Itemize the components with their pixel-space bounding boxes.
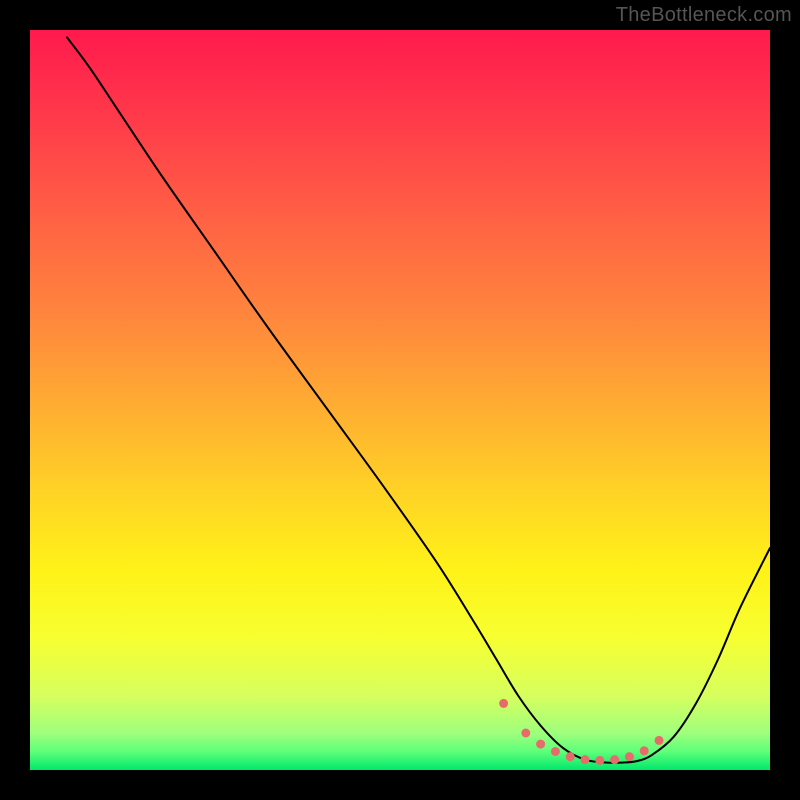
highlight-dot [499, 699, 508, 708]
highlight-dot [551, 747, 560, 756]
highlight-dot [640, 746, 649, 755]
watermark-text: TheBottleneck.com [616, 4, 792, 27]
highlight-dot [521, 729, 530, 738]
highlight-dot [581, 755, 590, 764]
highlight-dot [566, 752, 575, 761]
highlight-dot [625, 752, 634, 761]
highlight-dot [610, 755, 619, 764]
plot-background [30, 30, 770, 770]
highlight-dot [536, 740, 545, 749]
chart-container: TheBottleneck.com [0, 0, 800, 800]
highlight-dot [655, 736, 664, 745]
highlight-dot [595, 756, 604, 765]
bottleneck-chart [0, 0, 800, 800]
